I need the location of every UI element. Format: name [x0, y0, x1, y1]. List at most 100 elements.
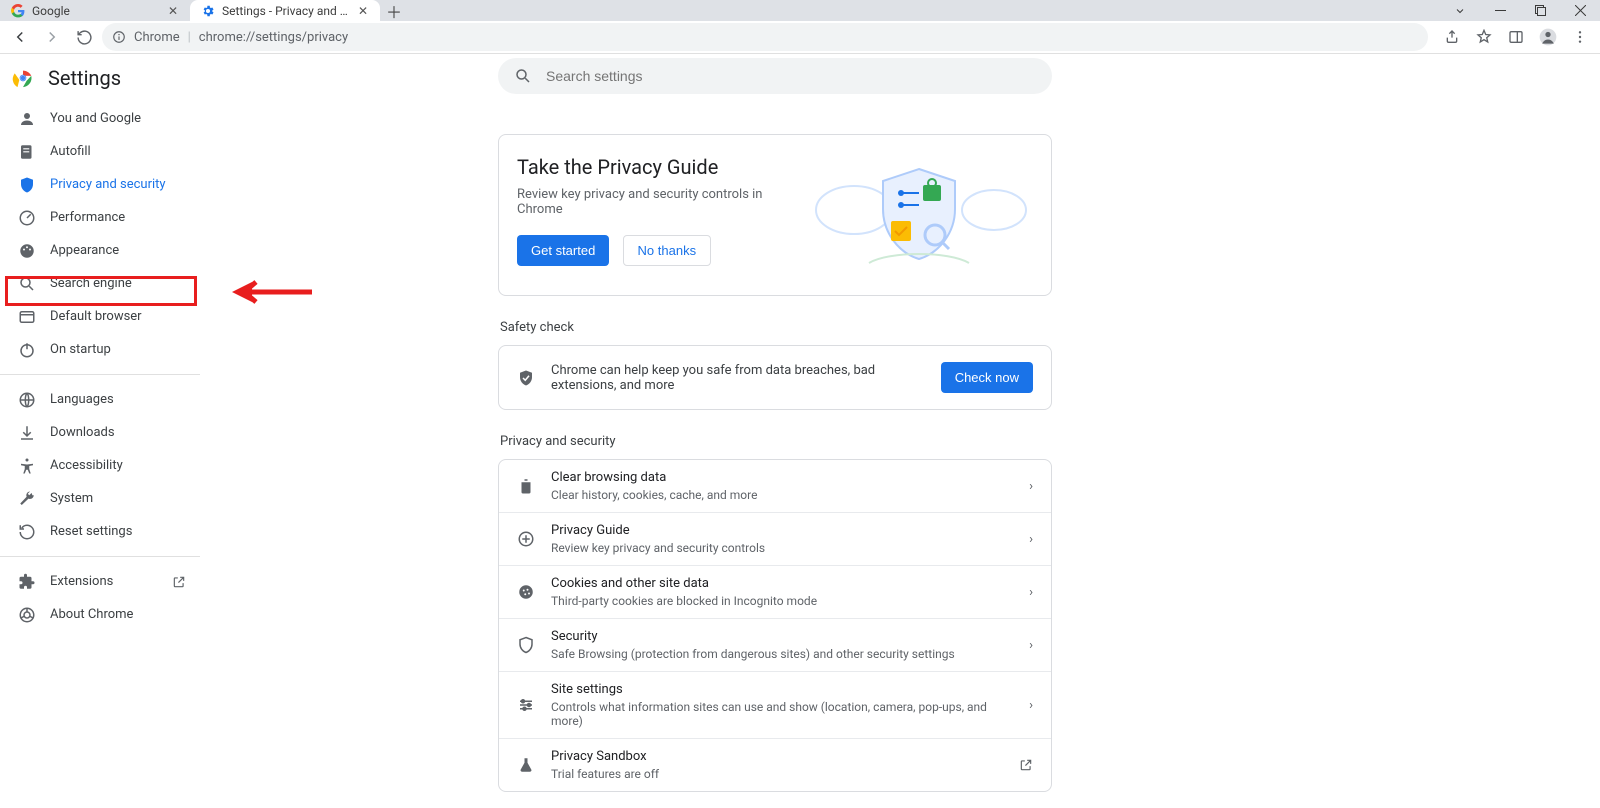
sidebar-item-appearance[interactable]: Appearance — [0, 234, 200, 267]
chevron-right-icon: › — [1029, 479, 1033, 494]
no-thanks-button[interactable]: No thanks — [623, 235, 712, 266]
shield-icon — [18, 176, 36, 194]
sidebar-item-downloads[interactable]: Downloads — [0, 416, 200, 449]
open-external-icon — [172, 575, 186, 589]
accessibility-icon — [18, 457, 36, 475]
sidebar-label: Downloads — [50, 425, 115, 440]
open-external-icon — [1019, 758, 1033, 772]
sidebar-item-on-startup[interactable]: On startup — [0, 333, 200, 366]
row-site-settings[interactable]: Site settings Controls what information s… — [499, 671, 1051, 738]
sidebar-item-about-chrome[interactable]: About Chrome — [0, 598, 200, 631]
tab-search-button[interactable] — [1440, 0, 1480, 21]
sidebar-label: Accessibility — [50, 458, 123, 473]
address-bar[interactable]: Chrome | chrome://settings/privacy — [102, 23, 1428, 51]
chrome-outline-icon — [18, 606, 36, 624]
row-subtitle: Controls what information sites can use … — [551, 700, 1013, 728]
forward-button[interactable] — [38, 23, 66, 51]
site-info-icon[interactable] — [112, 30, 126, 44]
google-favicon-icon — [10, 3, 25, 18]
privacy-settings-list: Clear browsing data Clear history, cookie… — [498, 459, 1052, 792]
close-tab-icon[interactable]: ✕ — [166, 4, 180, 18]
row-cookies[interactable]: Cookies and other site dataThird-party c… — [499, 565, 1051, 618]
sidebar-item-performance[interactable]: Performance — [0, 201, 200, 234]
privacy-section-title: Privacy and security — [500, 434, 1052, 449]
share-button[interactable] — [1438, 23, 1466, 51]
chrome-logo-icon — [12, 67, 34, 89]
window-controls — [1440, 0, 1600, 21]
browser-tab-google[interactable]: Google ✕ — [0, 0, 190, 21]
sidebar-label: About Chrome — [50, 607, 133, 622]
sidebar-label: Privacy and security — [50, 177, 166, 192]
row-privacy-guide[interactable]: Privacy GuideReview key privacy and secu… — [499, 512, 1051, 565]
globe-icon — [18, 391, 36, 409]
promo-title: Take the Privacy Guide — [517, 155, 789, 179]
safety-check-card: Chrome can help keep you safe from data … — [498, 345, 1052, 410]
settings-sidebar: You and Google Autofill Privacy and secu… — [0, 102, 200, 631]
address-url: chrome://settings/privacy — [199, 30, 348, 45]
speedometer-icon — [18, 209, 36, 227]
get-started-button[interactable]: Get started — [517, 235, 609, 266]
row-title: Clear browsing data — [551, 470, 1013, 485]
row-title: Privacy Guide — [551, 523, 1013, 538]
settings-search-input[interactable] — [546, 68, 1036, 84]
sidebar-label: Reset settings — [50, 524, 132, 539]
sidebar-item-privacy-security[interactable]: Privacy and security — [0, 168, 200, 201]
sidebar-item-default-browser[interactable]: Default browser — [0, 300, 200, 333]
sidebar-item-reset-settings[interactable]: Reset settings — [0, 515, 200, 548]
sidebar-item-you-and-google[interactable]: You and Google — [0, 102, 200, 135]
page-title: Settings — [48, 66, 121, 90]
flask-icon — [517, 756, 535, 774]
browser-tab-strip: Google ✕ Settings - Privacy and security… — [0, 0, 1600, 21]
sidebar-item-system[interactable]: System — [0, 482, 200, 515]
sidebar-label: Appearance — [50, 243, 119, 258]
back-button[interactable] — [6, 23, 34, 51]
chevron-right-icon: › — [1029, 698, 1033, 713]
safety-check-section-title: Safety check — [500, 320, 1052, 335]
autofill-icon — [18, 143, 36, 161]
row-subtitle: Clear history, cookies, cache, and more — [551, 488, 1013, 502]
row-security[interactable]: SecuritySafe Browsing (protection from d… — [499, 618, 1051, 671]
close-window-button[interactable] — [1560, 0, 1600, 21]
person-icon — [18, 110, 36, 128]
browser-icon — [18, 308, 36, 326]
chevron-right-icon: › — [1029, 585, 1033, 600]
power-icon — [18, 341, 36, 359]
sidebar-label: Default browser — [50, 309, 142, 324]
new-tab-button[interactable]: ＋ — [380, 0, 408, 21]
bookmark-button[interactable] — [1470, 23, 1498, 51]
cookie-icon — [517, 583, 535, 601]
sidebar-label: System — [50, 491, 93, 506]
sidebar-label: Search engine — [50, 276, 132, 291]
palette-icon — [18, 242, 36, 260]
sidebar-label: Performance — [50, 210, 125, 225]
close-tab-icon[interactable]: ✕ — [356, 4, 370, 18]
maximize-window-button[interactable] — [1520, 0, 1560, 21]
tab-title: Settings - Privacy and security — [222, 4, 349, 18]
row-clear-browsing-data[interactable]: Clear browsing data Clear history, cookie… — [499, 460, 1051, 512]
side-panel-button[interactable] — [1502, 23, 1530, 51]
shield-outline-icon — [517, 636, 535, 654]
divider — [0, 374, 200, 375]
chrome-menu-button[interactable] — [1566, 23, 1594, 51]
settings-search[interactable] — [498, 58, 1052, 94]
divider — [0, 556, 200, 557]
row-privacy-sandbox[interactable]: Privacy SandboxTrial features are off — [499, 738, 1051, 791]
sidebar-item-autofill[interactable]: Autofill — [0, 135, 200, 168]
row-title: Site settings — [551, 682, 1013, 697]
search-icon — [514, 67, 532, 85]
reload-button[interactable] — [70, 23, 98, 51]
row-title: Privacy Sandbox — [551, 749, 1003, 764]
sidebar-item-languages[interactable]: Languages — [0, 383, 200, 416]
minimize-window-button[interactable] — [1480, 0, 1520, 21]
extensions-icon — [18, 573, 36, 591]
sidebar-item-extensions[interactable]: Extensions — [0, 565, 200, 598]
privacy-guide-promo-card: Take the Privacy Guide Review key privac… — [498, 134, 1052, 296]
browser-tab-settings[interactable]: Settings - Privacy and security ✕ — [190, 0, 380, 21]
check-now-button[interactable]: Check now — [941, 362, 1033, 393]
sidebar-label: On startup — [50, 342, 111, 357]
sidebar-item-accessibility[interactable]: Accessibility — [0, 449, 200, 482]
sidebar-item-search-engine[interactable]: Search engine — [0, 267, 200, 300]
sidebar-label: Languages — [50, 392, 114, 407]
profile-button[interactable] — [1534, 23, 1562, 51]
row-title: Cookies and other site data — [551, 576, 1013, 591]
